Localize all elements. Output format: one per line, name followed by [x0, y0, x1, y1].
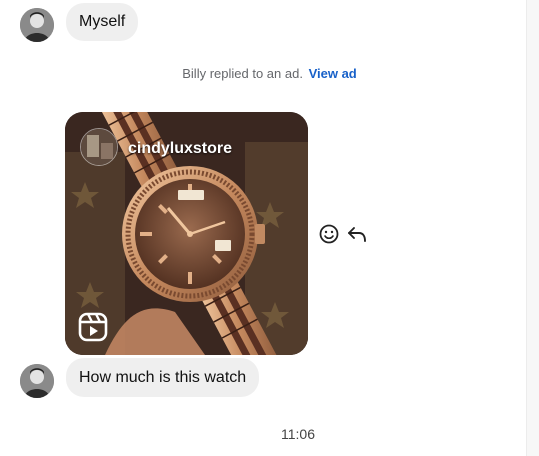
message-text: How much is this watch	[79, 368, 247, 386]
ad-account-handle[interactable]: cindyluxstore	[128, 140, 232, 158]
ad-account-avatar[interactable]	[80, 128, 118, 166]
reply-note-text: Billy replied to an ad.	[182, 66, 303, 81]
smiley-icon[interactable]	[318, 223, 340, 245]
shared-ad-reel[interactable]: cindyluxstore	[65, 112, 308, 355]
reels-icon	[78, 312, 108, 342]
message-bubble[interactable]: How much is this watch	[66, 358, 260, 397]
message-text: Myself	[79, 13, 126, 30]
message-timestamp: 11:06	[281, 426, 315, 442]
avatar[interactable]	[20, 364, 54, 398]
ad-reply-note: Billy replied to an ad. View ad	[0, 66, 539, 81]
view-ad-link[interactable]: View ad	[309, 66, 357, 81]
avatar[interactable]	[20, 8, 54, 42]
reply-arrow-icon[interactable]	[346, 223, 368, 245]
message-bubble[interactable]: Myself	[66, 3, 139, 41]
